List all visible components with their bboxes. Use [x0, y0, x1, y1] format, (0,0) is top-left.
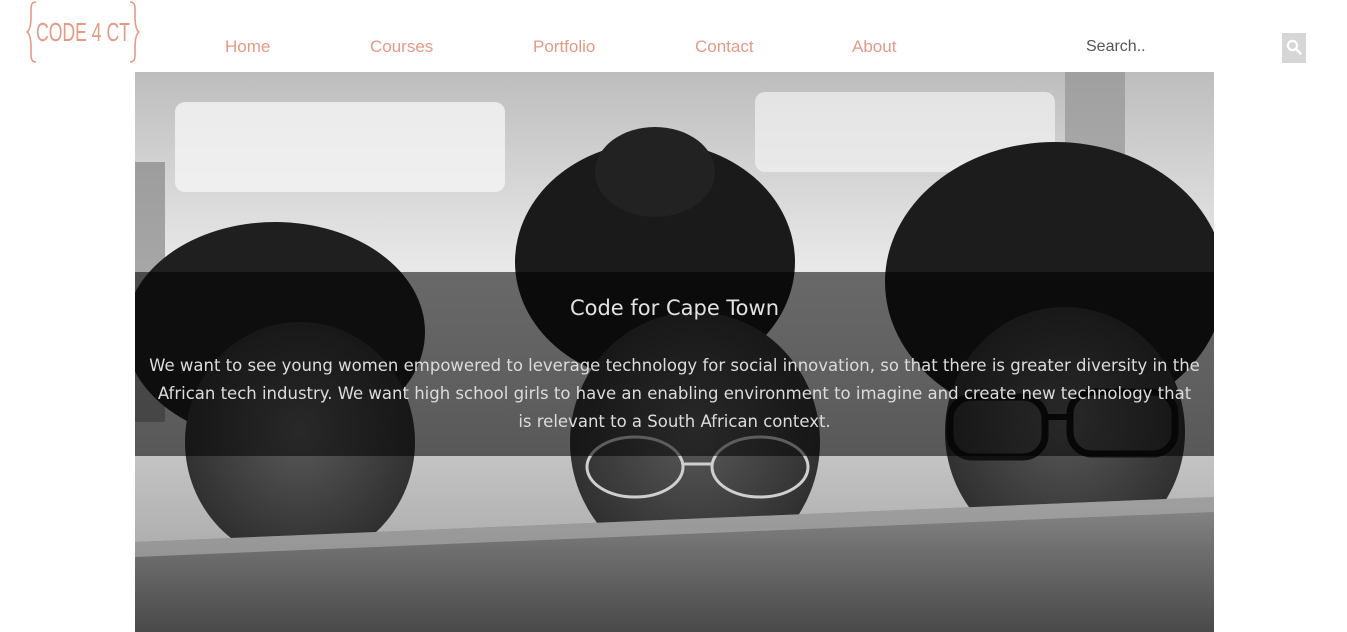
- search-button[interactable]: [1282, 33, 1306, 63]
- hero-banner: Code for Cape Town We want to see young …: [135, 72, 1214, 632]
- nav-portfolio[interactable]: Portfolio: [533, 37, 595, 57]
- logo-text: CODE 4 CT: [36, 17, 130, 47]
- nav-home[interactable]: Home: [225, 37, 270, 57]
- nav-contact[interactable]: Contact: [695, 37, 754, 57]
- nav-about[interactable]: About: [852, 37, 896, 57]
- search-icon: [1286, 39, 1302, 58]
- hero-description: We want to see young women empowered to …: [149, 356, 1200, 431]
- code4ct-logo[interactable]: CODE 4 CT: [26, 0, 144, 64]
- logo-icon: CODE 4 CT: [26, 1, 141, 63]
- hero-overlay: Code for Cape Town We want to see young …: [135, 272, 1214, 456]
- site-header: CODE 4 CT Home Courses Portfolio Contact…: [0, 0, 1347, 72]
- search-input[interactable]: [1074, 33, 1266, 61]
- hero-title: Code for Cape Town: [569, 296, 780, 320]
- nav-courses[interactable]: Courses: [370, 37, 433, 57]
